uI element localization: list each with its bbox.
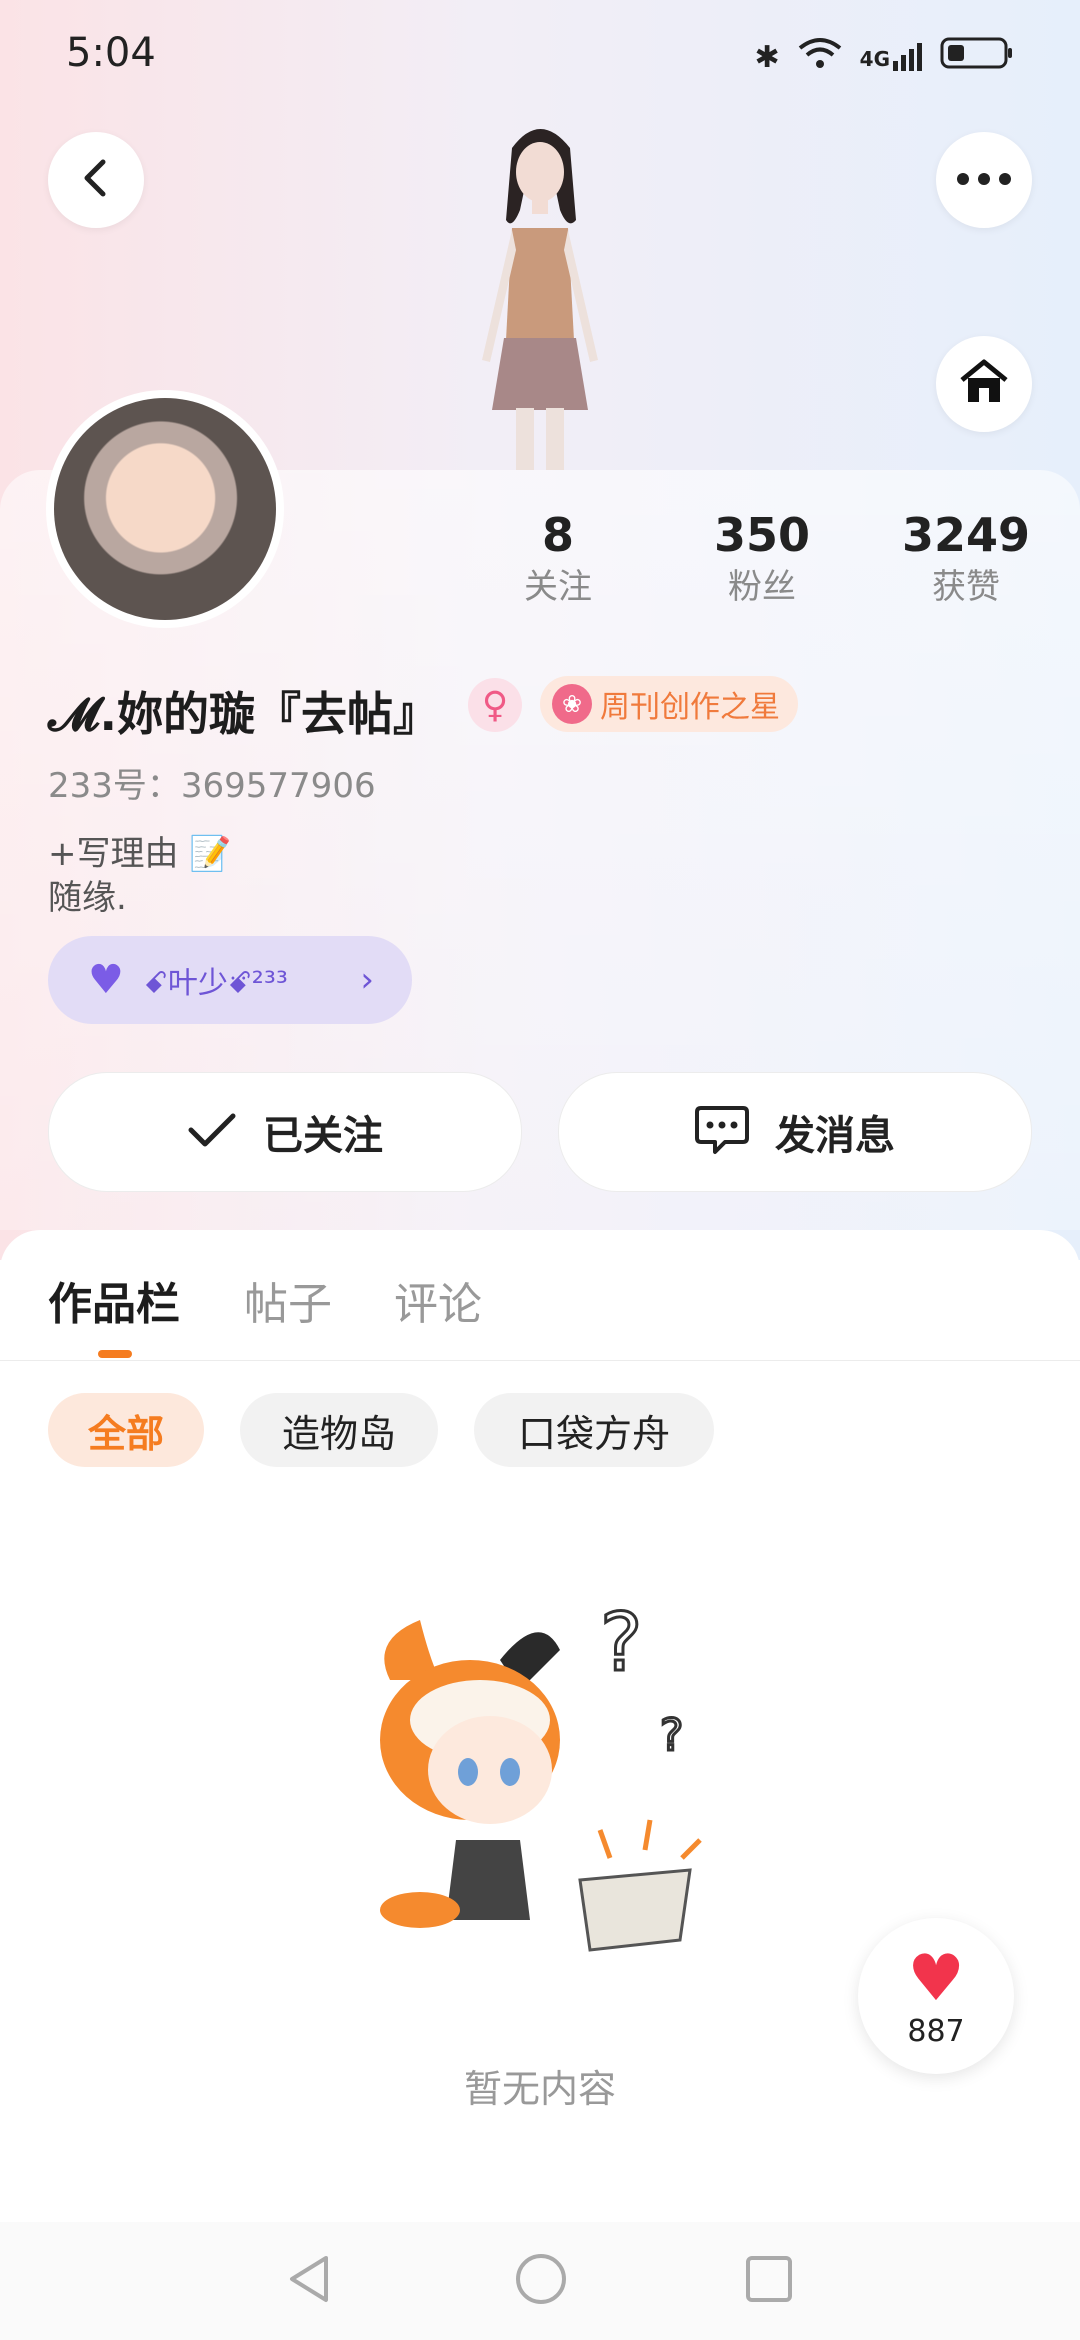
message-button[interactable]: 发消息 <box>558 1072 1032 1192</box>
female-icon: ♀ <box>468 678 522 732</box>
tab-works[interactable]: 作品栏 <box>48 1268 180 1332</box>
tab-posts[interactable]: 帖子 <box>244 1268 332 1332</box>
badge-label: 周刊创作之星 <box>600 690 780 725</box>
nav-home-icon[interactable] <box>514 2252 568 2310</box>
more-horizontal-icon <box>956 171 1012 190</box>
filter-pocket-ark[interactable]: 口袋方舟 <box>474 1393 714 1467</box>
stat-value: 8 <box>541 508 574 562</box>
stat-following[interactable]: 8 关注 <box>468 505 648 609</box>
home-icon <box>958 358 1010 410</box>
tab-comments[interactable]: 评论 <box>394 1268 482 1332</box>
empty-state-illustration: ? ? <box>360 1595 760 2000</box>
more-button[interactable] <box>936 132 1032 228</box>
nav-back-icon[interactable] <box>284 2252 334 2310</box>
chevron-right-icon: › <box>360 960 374 1000</box>
svg-text:?: ? <box>600 1600 642 1689</box>
status-icons: ✱ 4G <box>755 36 1014 78</box>
svg-text:?: ? <box>660 1710 683 1761</box>
badge-icon: ❀ <box>552 684 592 724</box>
stat-label: 获赞 <box>932 567 1000 607</box>
user-id: 233号：369577906 <box>48 766 376 806</box>
add-reason-link[interactable]: +写理由 📝 <box>48 826 232 875</box>
follow-button[interactable]: 已关注 <box>48 1072 522 1192</box>
system-nav-bar <box>0 2222 1080 2340</box>
wifi-icon <box>798 36 842 78</box>
filter-creation-island[interactable]: 造物岛 <box>240 1393 438 1467</box>
avatar[interactable] <box>46 390 284 628</box>
profile-name: 𝓜.妳的璇『去帖』 <box>48 687 439 741</box>
chat-bubble-icon <box>695 1104 749 1160</box>
like-button[interactable]: ♥ 887 <box>858 1918 1014 2074</box>
signal-icon: 4G <box>860 43 922 71</box>
like-count: 887 <box>907 2013 965 2049</box>
heart-icon: ♥ <box>907 1941 965 2016</box>
battery-icon <box>940 36 1014 78</box>
follow-label: 已关注 <box>263 1113 383 1159</box>
content-tabs: 作品栏 帖子 评论 <box>0 1230 1080 1361</box>
chevron-left-icon <box>79 158 113 202</box>
message-label: 发消息 <box>775 1113 895 1159</box>
status-time: 5:04 <box>66 30 156 76</box>
stat-label: 粉丝 <box>728 567 796 607</box>
heart-icon: ♥ <box>88 957 124 1003</box>
stat-likes[interactable]: 3249 获赞 <box>876 505 1056 609</box>
back-button[interactable] <box>48 132 144 228</box>
home-button[interactable] <box>936 336 1032 432</box>
stat-value: 3249 <box>901 508 1031 562</box>
stat-followers[interactable]: 350 粉丝 <box>672 505 852 609</box>
stat-label: 关注 <box>524 567 592 607</box>
nav-recents-icon[interactable] <box>744 2252 794 2310</box>
character-figure[interactable] <box>420 110 660 470</box>
check-icon <box>187 1110 237 1154</box>
tab-indicator <box>98 1350 132 1358</box>
friend-tag[interactable]: ♥ ꗃ叶少ꗄ²³³ › <box>48 936 412 1024</box>
weekly-star-badge[interactable]: ❀ 周刊创作之星 <box>540 676 798 732</box>
avatar-image <box>54 398 276 620</box>
friend-tag-label: ꗃ叶少ꗄ²³³ <box>143 966 288 1001</box>
bluetooth-icon: ✱ <box>754 39 780 75</box>
filter-all[interactable]: 全部 <box>48 1393 204 1467</box>
bio-text: 随缘. <box>48 878 127 918</box>
stat-value: 350 <box>713 508 811 562</box>
